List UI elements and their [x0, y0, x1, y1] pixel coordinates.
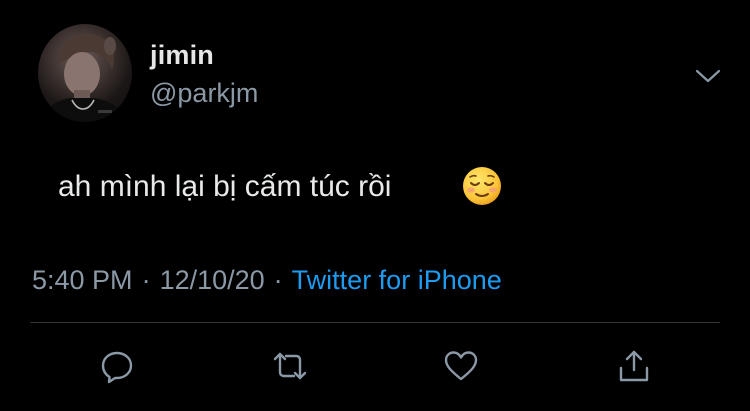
- reply-button[interactable]: [97, 346, 137, 386]
- user-handle[interactable]: @parkjm: [150, 78, 258, 109]
- tweet-time[interactable]: 5:40 PM: [32, 265, 133, 295]
- share-button[interactable]: [614, 346, 654, 386]
- tweet-meta: 5:40 PM · 12/10/20 · Twitter for iPhone: [32, 265, 502, 296]
- profile-photo-icon: [42, 33, 128, 122]
- tweet-card: jimin @parkjm ah mình lại bị cấm túc rồi: [0, 0, 750, 411]
- avatar[interactable]: [38, 24, 132, 122]
- divider: [30, 322, 720, 323]
- tweet-text: ah mình lại bị cấm túc rồi: [58, 170, 392, 203]
- retweet-button[interactable]: [270, 346, 310, 386]
- more-options-chevron-down-icon[interactable]: [694, 66, 722, 86]
- reply-icon: [101, 351, 133, 384]
- heart-icon: [444, 351, 478, 381]
- meta-separator: ·: [273, 265, 283, 295]
- relieved-face-icon: [462, 166, 502, 206]
- share-icon: [619, 350, 649, 382]
- tweet-source-link[interactable]: Twitter for iPhone: [292, 265, 502, 295]
- display-name[interactable]: jimin: [150, 40, 214, 71]
- retweet-icon: [273, 352, 307, 380]
- meta-separator: ·: [141, 265, 151, 295]
- like-button[interactable]: [441, 346, 481, 386]
- tweet-date[interactable]: 12/10/20: [160, 265, 265, 295]
